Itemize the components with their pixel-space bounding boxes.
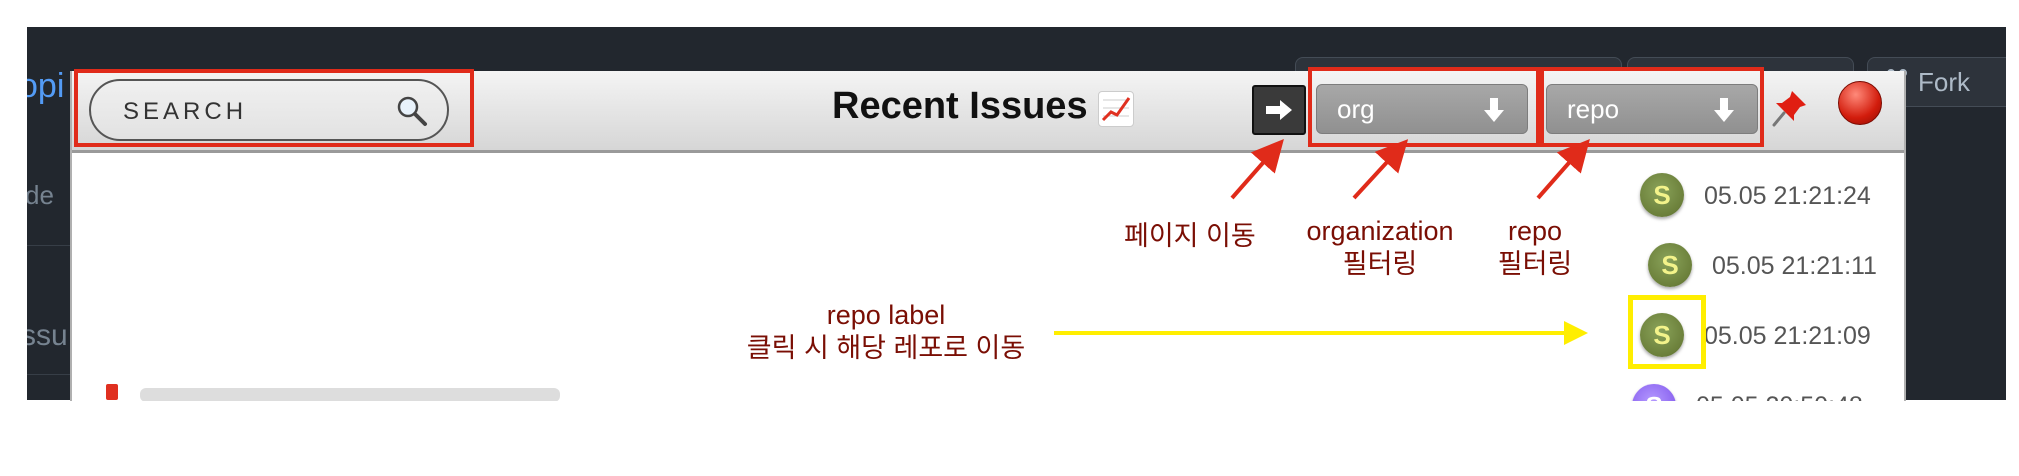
annotation-repo-filter: repo 필터링 — [1480, 215, 1590, 281]
arrow-to-org — [1352, 139, 1409, 200]
annotation-label-line1: repo label — [826, 300, 946, 330]
annotation-label-line2: 클릭 시 해당 레포로 이동 — [746, 333, 1026, 363]
annotation-org-filter: organization 필터링 — [1300, 215, 1460, 281]
arrow-to-repo — [1536, 138, 1590, 200]
annotation-repo-line2: 필터링 — [1497, 249, 1573, 279]
annotation-repo-label: repo label 클릭 시 해당 레포로 이동 — [726, 299, 1046, 365]
annotation-page-nav: 페이지 이동 — [1124, 221, 1256, 251]
annotation-org-line2: 필터링 — [1342, 249, 1418, 279]
arrow-to-nav — [1230, 138, 1284, 200]
annotation-org-line1: organization — [1306, 216, 1454, 246]
annotation-arrows — [1054, 138, 1590, 345]
annotation-repo-line1: repo — [1507, 216, 1563, 246]
